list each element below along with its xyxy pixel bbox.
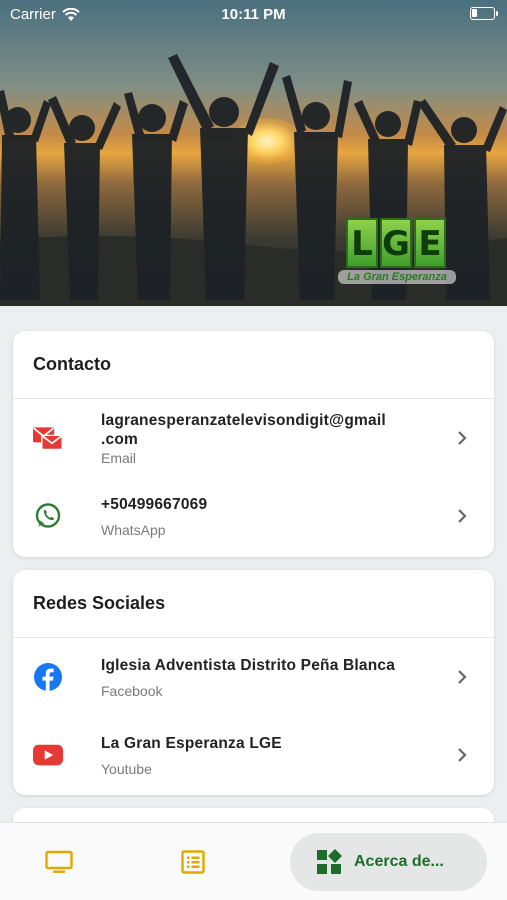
nav-list-button[interactable] (176, 845, 210, 879)
hero-banner: L G E La Gran Esperanza Carrier 10:11 PM (0, 0, 507, 306)
logo-letter: L (346, 218, 378, 268)
tv-icon (45, 850, 73, 873)
bottom-navigation-bar: Acerca de... (0, 822, 507, 900)
logo-tagline: La Gran Esperanza (338, 270, 456, 284)
logo-letter: E (414, 218, 446, 268)
whatsapp-label: WhatsApp (101, 521, 166, 538)
whatsapp-number: +50499667069 (101, 495, 208, 513)
nav-about-button[interactable]: Acerca de... (290, 833, 487, 891)
social-youtube-row[interactable]: La Gran Esperanza LGE Youtube (13, 716, 494, 794)
chevron-right-icon (458, 431, 467, 445)
youtube-label: Youtube (101, 760, 152, 777)
social-facebook-row[interactable]: Iglesia Adventista Distrito Peña Blanca … (13, 638, 494, 716)
contact-card: Contacto lagranesperanzatelevisondigit@g… (13, 331, 494, 557)
battery-icon (470, 7, 498, 20)
whatsapp-icon (33, 501, 63, 531)
contact-whatsapp-row[interactable]: +50499667069 WhatsApp (13, 477, 494, 555)
list-icon (181, 850, 205, 874)
contact-email-row[interactable]: lagranesperanzatelevisondigit@gmail .com … (13, 399, 494, 477)
contact-card-title: Contacto (13, 331, 494, 399)
youtube-channel-name: La Gran Esperanza LGE (101, 734, 282, 752)
youtube-icon (33, 740, 63, 770)
status-bar: Carrier 10:11 PM (0, 0, 507, 30)
logo-letter: G (380, 218, 412, 268)
chevron-right-icon (458, 748, 467, 762)
email-icon (33, 423, 63, 453)
facebook-page-name: Iglesia Adventista Distrito Peña Blanca (101, 656, 396, 674)
chevron-right-icon (458, 509, 467, 523)
chevron-right-icon (458, 670, 467, 684)
email-address: lagranesperanzatelevisondigit@gmail .com (101, 411, 386, 448)
email-label: Email (101, 449, 137, 466)
lge-logo: L G E La Gran Esperanza (338, 218, 462, 298)
nav-tv-button[interactable] (42, 845, 76, 879)
social-card: Redes Sociales Iglesia Adventista Distri… (13, 570, 494, 795)
widgets-icon (317, 849, 342, 874)
nav-about-label: Acerca de... (354, 853, 444, 870)
facebook-icon (33, 662, 63, 692)
facebook-label: Facebook (101, 682, 163, 699)
social-card-title: Redes Sociales (13, 570, 494, 638)
status-time: 10:11 PM (221, 6, 286, 23)
